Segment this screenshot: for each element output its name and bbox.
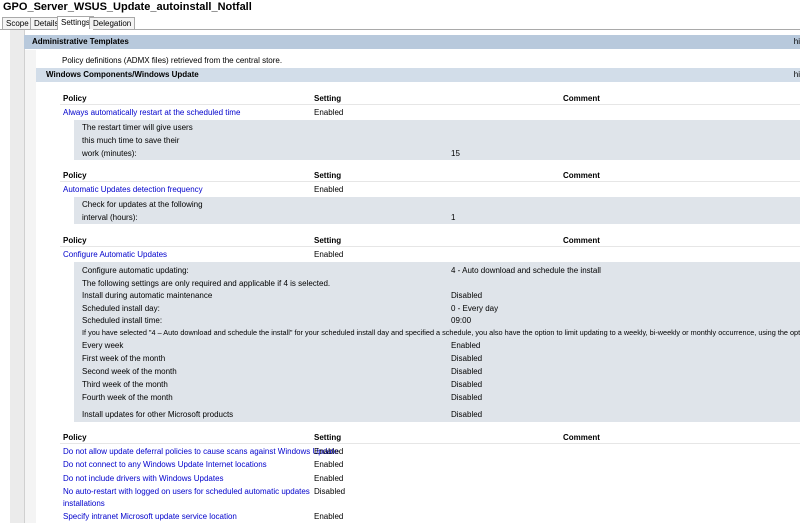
policy-link[interactable]: Do not allow update deferral policies to… xyxy=(63,447,338,456)
detail-value: Disabled xyxy=(451,291,483,300)
detail-value: 4 - Auto download and schedule the insta… xyxy=(451,266,601,275)
policy-setting: Enabled xyxy=(314,108,344,117)
policy-setting: Enabled xyxy=(314,460,344,469)
policy-link[interactable]: Configure Automatic Updates xyxy=(63,250,167,259)
policy-link[interactable]: Always automatically restart at the sche… xyxy=(63,108,240,117)
section-header-windows-update[interactable]: Windows Components/Windows Update hi xyxy=(36,68,800,82)
admx-note: Policy definitions (ADMX files) retrieve… xyxy=(62,56,283,65)
column-header-comment: Comment xyxy=(563,171,600,180)
settings-report: Administrative Templates hi Policy defin… xyxy=(0,30,800,523)
detail-label: Third week of the month xyxy=(82,380,168,389)
row-divider xyxy=(60,104,800,105)
policy-setting: Enabled xyxy=(314,512,344,521)
detail-label: If you have selected "4 – Auto download … xyxy=(82,328,800,337)
detail-value: 09:00 xyxy=(451,316,472,325)
policy-link[interactable]: Specify intranet Microsoft update servic… xyxy=(63,512,237,521)
detail-value: Disabled xyxy=(451,367,483,376)
detail-value: Disabled xyxy=(451,380,483,389)
policy-link-continued[interactable]: installations xyxy=(63,499,105,508)
column-header-policy: Policy xyxy=(63,94,87,103)
tab-strip: Scope Details Settings Delegation xyxy=(0,16,800,30)
detail-value: Enabled xyxy=(451,341,481,350)
section-header-admin-templates[interactable]: Administrative Templates hi xyxy=(24,35,800,49)
hide-link[interactable]: hi xyxy=(794,35,800,49)
section-title: Administrative Templates xyxy=(32,37,129,46)
hide-link[interactable]: hi xyxy=(794,68,800,82)
indent-rail xyxy=(10,30,25,523)
detail-value: Disabled xyxy=(451,354,483,363)
column-header-comment: Comment xyxy=(563,236,600,245)
detail-value: Disabled xyxy=(451,393,483,402)
detail-label: Second week of the month xyxy=(82,367,177,376)
window-title-bar: GPO_Server_WSUS_Update_autoinstall_Notfa… xyxy=(0,0,800,16)
policy-setting: Disabled xyxy=(314,487,346,496)
column-header-setting: Setting xyxy=(314,433,342,442)
detail-label: Fourth week of the month xyxy=(82,393,173,402)
row-divider xyxy=(60,443,800,444)
detail-label: Install updates for other Microsoft prod… xyxy=(82,410,234,419)
detail-label: Scheduled install day: xyxy=(82,304,160,313)
indent-rail-inner xyxy=(25,50,36,523)
column-header-comment: Comment xyxy=(563,94,600,103)
policy-setting: Enabled xyxy=(314,447,344,456)
detail-label: Configure automatic updating: xyxy=(82,266,189,275)
detail-label: The following settings are only required… xyxy=(82,279,331,288)
policy-link[interactable]: No auto-restart with logged on users for… xyxy=(63,487,310,496)
policy-setting: Enabled xyxy=(314,185,344,194)
detail-label: Scheduled install time: xyxy=(82,316,163,325)
policy-setting: Enabled xyxy=(314,250,344,259)
detail-label: Every week xyxy=(82,341,124,350)
column-header-comment: Comment xyxy=(563,433,600,442)
detail-value: 0 - Every day xyxy=(451,304,499,313)
policy-setting: Enabled xyxy=(314,474,344,483)
detail-value: 15 xyxy=(451,149,460,158)
window-title: GPO_Server_WSUS_Update_autoinstall_Notfa… xyxy=(3,1,252,13)
policy-link[interactable]: Do not connect to any Windows Update Int… xyxy=(63,460,267,469)
detail-label: Install during automatic maintenance xyxy=(82,291,213,300)
detail-label: interval (hours): xyxy=(82,213,138,222)
column-header-setting: Setting xyxy=(314,236,342,245)
detail-label: Check for updates at the following xyxy=(82,200,203,209)
column-header-setting: Setting xyxy=(314,94,342,103)
policy-link[interactable]: Do not include drivers with Windows Upda… xyxy=(63,474,224,483)
detail-value: Disabled xyxy=(451,410,483,419)
column-header-policy: Policy xyxy=(63,171,87,180)
tab-delegation[interactable]: Delegation xyxy=(89,17,136,29)
policy-link[interactable]: Automatic Updates detection frequency xyxy=(63,185,203,194)
tab-scope[interactable]: Scope xyxy=(2,17,33,29)
row-divider xyxy=(60,181,800,182)
column-header-policy: Policy xyxy=(63,236,87,245)
column-header-setting: Setting xyxy=(314,171,342,180)
row-divider xyxy=(60,246,800,247)
detail-label: First week of the month xyxy=(82,354,166,363)
detail-label: work (minutes): xyxy=(82,149,137,158)
detail-label: The restart timer will give users xyxy=(82,123,193,132)
detail-label: this much time to save their xyxy=(82,136,180,145)
section-title: Windows Components/Windows Update xyxy=(46,70,199,79)
column-header-policy: Policy xyxy=(63,433,87,442)
detail-value: 1 xyxy=(451,213,456,222)
